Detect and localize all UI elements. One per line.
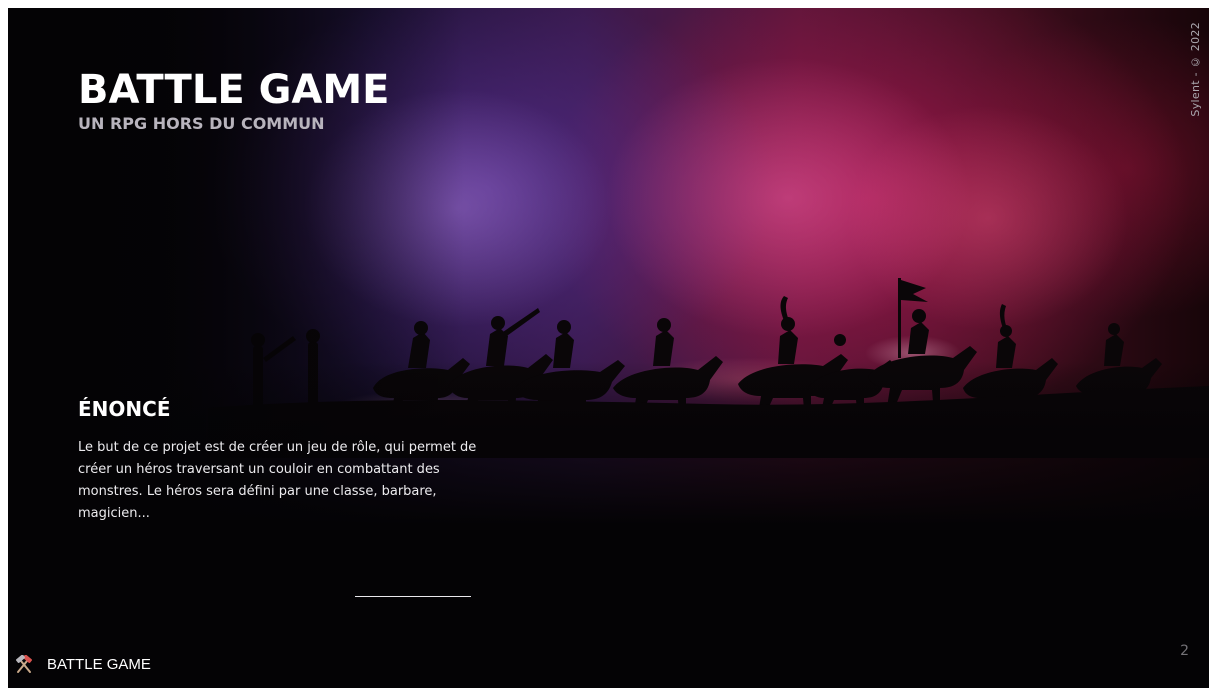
page-number: 2 — [1180, 643, 1189, 659]
section-heading: ÉNONCÉ — [78, 397, 171, 421]
section-body-text: Le but de ce projet est de créer un jeu … — [78, 440, 477, 521]
footer-label: BATTLE GAME — [47, 656, 151, 673]
crossed-hammers-icon — [16, 655, 32, 673]
presentation-slide: BATTLE GAME UN RPG HORS DU COMMUN Sylent… — [8, 8, 1209, 688]
section-divider — [355, 596, 471, 597]
slide-subtitle: UN RPG HORS DU COMMUN — [78, 114, 325, 133]
slide-title: BATTLE GAME — [78, 67, 390, 113]
author-credit: Sylent - © 2022 — [1189, 22, 1202, 117]
footer-brand: BATTLE GAME — [14, 654, 151, 676]
